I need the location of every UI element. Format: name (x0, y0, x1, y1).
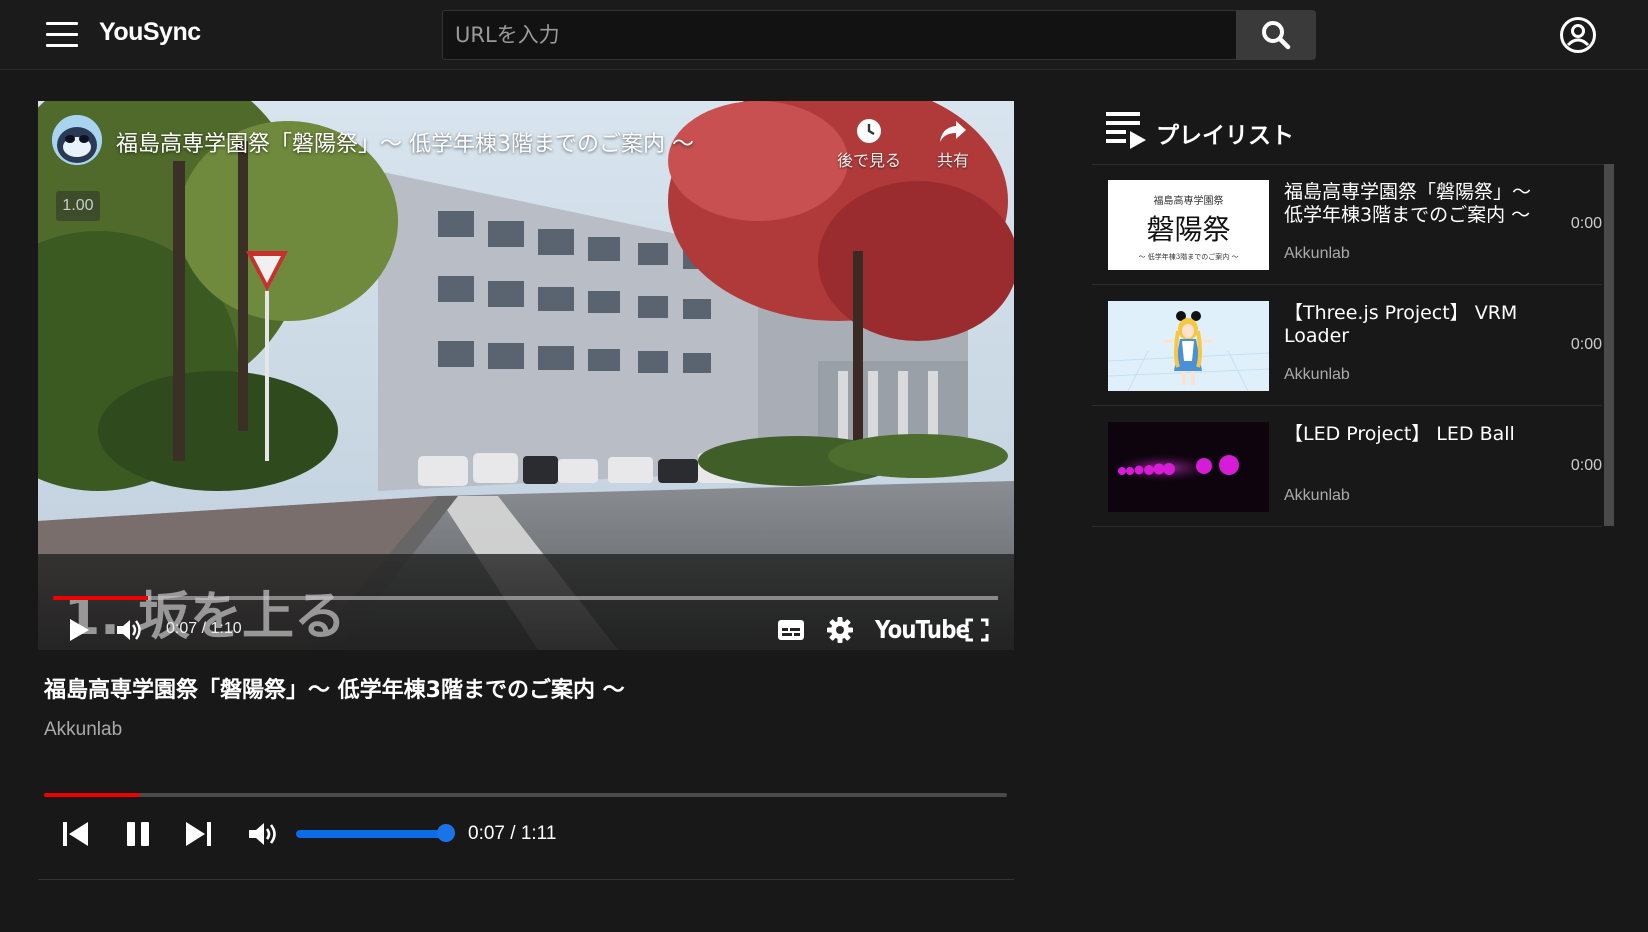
pause-icon (127, 822, 149, 846)
playlist-item-channel: Akkunlab (1284, 366, 1350, 383)
playback-time: 0:07 / 1:11 (468, 823, 557, 844)
seek-bar-fill (44, 793, 141, 797)
playlist-item[interactable]: 【LED Project】 LED Ball Akkunlab 0:00 (1092, 407, 1602, 527)
thumbnail-text-top: 福島高専学園祭 (1153, 196, 1224, 207)
playback-speed-label: 1.00 (56, 191, 100, 221)
playlist-item-channel: Akkunlab (1284, 487, 1350, 504)
playlist-item-duration: 0:00 (1570, 457, 1602, 474)
skip-previous-icon (63, 822, 88, 846)
search-icon (1262, 21, 1291, 50)
subtitles-icon (778, 620, 804, 640)
playlist-item-duration: 0:00 (1570, 336, 1602, 353)
playlist-item-channel: Akkunlab (1284, 245, 1350, 262)
search-button[interactable] (1236, 10, 1316, 60)
gear-icon (827, 617, 853, 643)
volume-slider[interactable] (296, 830, 446, 838)
playlist-item-duration: 0:00 (1570, 215, 1602, 232)
menu-icon[interactable] (46, 22, 78, 48)
playlist-title: プレイリスト (1156, 123, 1294, 149)
divider (38, 879, 1014, 880)
volume-button[interactable] (245, 816, 281, 852)
fullscreen-button[interactable] (962, 612, 992, 648)
youtube-logo[interactable]: YouTube (875, 615, 970, 644)
share-label: 共有 (936, 151, 969, 170)
player-play-button[interactable] (64, 612, 94, 648)
player-control-bar: 1. 坂を上る 0:07 / 1:10 YouTube (38, 554, 1014, 650)
playlist-item[interactable]: 【Three.js Project】 VRM Loader Akkunlab 0… (1092, 286, 1602, 406)
url-search-input[interactable] (442, 10, 1237, 60)
playlist-item[interactable]: 福島高専学園祭 磐陽祭 ～ 低学年棟3階までのご案内 ～ 福島高専学園祭「磐陽祭… (1092, 165, 1602, 285)
previous-button[interactable] (58, 816, 92, 852)
volume-slider-knob[interactable] (437, 824, 455, 842)
seek-bar[interactable] (44, 793, 1007, 797)
watch-later-label: 後で見る (836, 151, 901, 170)
playlist-item-title: 【Three.js Project】 VRM Loader (1284, 302, 1518, 347)
app-logo[interactable]: YouSync (99, 18, 201, 47)
player-volume-button[interactable] (114, 612, 144, 648)
skip-next-icon (186, 822, 211, 846)
playlist-item-title: 【LED Project】 LED Ball (1284, 423, 1515, 445)
account-icon[interactable] (1559, 16, 1597, 54)
playlist-thumbnail (1108, 422, 1269, 512)
settings-button[interactable] (823, 612, 857, 648)
play-icon (70, 619, 89, 641)
subtitles-button[interactable] (775, 612, 807, 648)
playlist-thumbnail: 福島高専学園祭 磐陽祭 ～ 低学年棟3階までのご案内 ～ (1108, 180, 1269, 270)
playlist-scrollbar[interactable] (1604, 164, 1614, 526)
thumbnail-text-sub: ～ 低学年棟3階までのご案内 ～ (1138, 253, 1239, 261)
player-progress-bar[interactable] (53, 596, 998, 600)
player-time: 0:07 / 1:10 (166, 620, 242, 637)
volume-icon (249, 823, 276, 845)
video-player[interactable]: 福島高専学園祭「磐陽祭」～ 低学年棟3階までのご案内 ～ 後で見る 共有 1.0… (38, 101, 1014, 650)
top-bar: YouSync (0, 0, 1648, 70)
thumbnail-text-main: 磐陽祭 (1146, 213, 1231, 246)
fullscreen-icon (965, 618, 989, 642)
volume-icon (117, 620, 141, 640)
playlist-icon (1106, 112, 1146, 149)
clock-icon (857, 119, 881, 143)
share-icon (940, 121, 966, 142)
playlist-thumbnail (1108, 301, 1269, 391)
player-video-title[interactable]: 福島高専学園祭「磐陽祭」～ 低学年棟3階までのご案内 ～ (116, 126, 694, 158)
playlist: 福島高専学園祭 磐陽祭 ～ 低学年棟3階までのご案内 ～ 福島高専学園祭「磐陽祭… (1092, 164, 1614, 527)
watch-later-button[interactable]: 後で見る (829, 115, 909, 171)
player-progress-fill (53, 596, 148, 600)
next-button[interactable] (182, 816, 216, 852)
playlist-item-title: 福島高専学園祭「磐陽祭」～ 低学年棟3階までのご案内 ～ (1284, 181, 1532, 226)
video-title: 福島高専学園祭「磐陽祭」～ 低学年棟3階までのご案内 ～ (44, 678, 625, 703)
video-channel[interactable]: Akkunlab (44, 719, 122, 741)
pause-button[interactable] (121, 816, 155, 852)
channel-avatar[interactable] (52, 115, 102, 165)
share-button[interactable]: 共有 (913, 115, 993, 171)
